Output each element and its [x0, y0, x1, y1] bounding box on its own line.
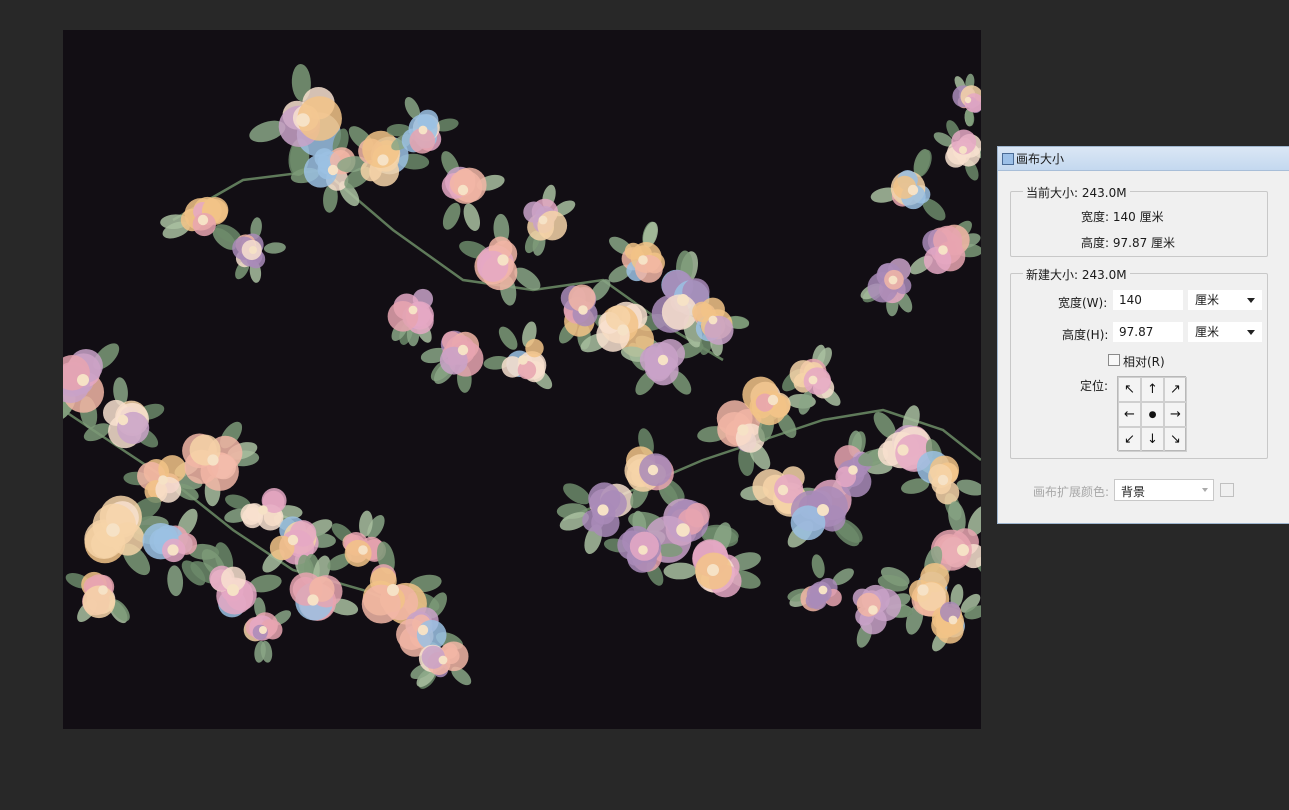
dialog-title: 画布大小 [1016, 152, 1065, 166]
width-unit-value: 厘米 [1195, 293, 1220, 307]
flower-cluster [952, 73, 981, 127]
flower-cluster [232, 217, 286, 283]
current-width-text: 宽度: 140 厘米 [1081, 210, 1164, 224]
flower-cluster [483, 321, 553, 390]
new-size-label: 新建大小: 243.0M [1023, 266, 1130, 283]
flower-cluster [387, 288, 434, 347]
flower-cluster [787, 554, 854, 612]
arrow-up-left-icon[interactable]: ↖ [1118, 377, 1141, 402]
flower-cluster [160, 196, 242, 250]
anchor-grid[interactable]: ↖ ↑ ↗ ← ● → ↙ ↓ ↘ [1117, 376, 1187, 452]
flower-cluster [852, 584, 913, 648]
height-input[interactable]: 97.87 [1113, 322, 1183, 342]
flower-cluster [909, 220, 981, 275]
dialog-titlebar[interactable]: 画布大小 [998, 147, 1289, 171]
extension-color-label: 画布扩展颜色: [1033, 485, 1110, 499]
arrow-right-icon[interactable]: → [1164, 402, 1187, 427]
flower-cluster [870, 149, 946, 221]
arrow-down-right-icon[interactable]: ↘ [1164, 427, 1187, 452]
flower-cluster [523, 184, 576, 256]
chevron-down-icon [1247, 298, 1255, 303]
current-size-label: 当前大小: 243.0M [1023, 184, 1130, 201]
anchor-center-icon[interactable]: ● [1141, 402, 1164, 427]
arrow-down-icon[interactable]: ↓ [1141, 427, 1164, 452]
width-unit-select[interactable]: 厘米 [1188, 290, 1262, 310]
flower-cluster [860, 258, 913, 317]
width-input[interactable]: 140 [1113, 290, 1183, 310]
current-height-text: 高度: 97.87 厘米 [1081, 236, 1176, 250]
extension-color-select[interactable]: 背景 [1114, 479, 1214, 501]
floral-artwork [63, 63, 981, 689]
arrow-up-icon[interactable]: ↑ [1141, 377, 1164, 402]
flower-cluster [624, 428, 685, 509]
flower-cluster [65, 571, 130, 624]
arrow-down-left-icon[interactable]: ↙ [1118, 427, 1141, 452]
chevron-down-icon [1202, 488, 1208, 492]
relative-label[interactable]: 相对(R) [1123, 353, 1165, 370]
height-unit-select[interactable]: 厘米 [1188, 322, 1262, 342]
width-label: 宽度(W): [1058, 296, 1108, 310]
extension-color-swatch[interactable] [1220, 483, 1234, 497]
flower-cluster [933, 120, 981, 181]
flower-cluster [620, 338, 704, 396]
canvas-size-dialog: 画布大小 当前大小: 243.0M 宽度: 140 厘米 高度: 97.87 厘… [997, 146, 1289, 524]
flower-cluster [608, 221, 665, 283]
flower-cluster [692, 297, 750, 356]
arrow-up-right-icon[interactable]: ↗ [1164, 377, 1187, 402]
app-icon [1002, 152, 1014, 165]
chevron-down-icon [1247, 330, 1255, 335]
height-label: 高度(H): [1062, 328, 1109, 342]
height-unit-value: 厘米 [1195, 325, 1220, 339]
anchor-label: 定位: [1080, 379, 1109, 393]
document-canvas[interactable] [63, 30, 981, 729]
relative-checkbox[interactable] [1108, 354, 1120, 366]
flower-cluster [386, 97, 459, 154]
extension-color-value: 背景 [1121, 485, 1146, 499]
arrow-left-icon[interactable]: ← [1118, 402, 1141, 427]
